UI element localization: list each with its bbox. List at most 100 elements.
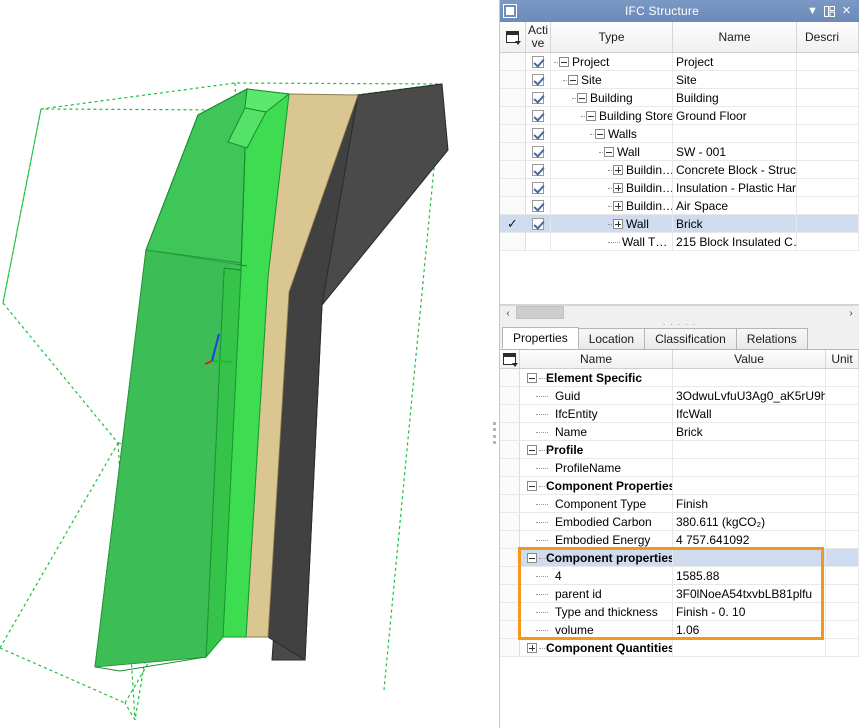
- ifc-type-cell[interactable]: Building Storey: [551, 107, 673, 124]
- tab-properties[interactable]: Properties: [502, 327, 579, 349]
- ifc-description-cell[interactable]: [797, 233, 859, 250]
- dropdown-menu-icon[interactable]: ▼: [804, 2, 821, 20]
- ifc-type-cell[interactable]: Walls: [551, 125, 673, 142]
- property-value-cell[interactable]: [673, 549, 826, 566]
- tree-collapse-icon[interactable]: [604, 146, 614, 157]
- ifc-name-cell[interactable]: Building: [673, 89, 797, 106]
- active-checkbox[interactable]: [532, 181, 544, 194]
- property-row[interactable]: Embodied Energy 4 757.641092: [500, 531, 859, 549]
- property-row[interactable]: Embodied Carbon 380.611 (kgCO₂): [500, 513, 859, 531]
- ifc-type-cell[interactable]: Wall: [551, 215, 673, 232]
- vertical-splitter-grip[interactable]: [492, 422, 497, 444]
- property-value-cell[interactable]: Finish - 0. 10: [673, 603, 826, 620]
- column-header-description[interactable]: Descri: [797, 22, 859, 52]
- property-row-selector[interactable]: [500, 531, 520, 548]
- property-row[interactable]: 4 1585.88: [500, 567, 859, 585]
- property-row[interactable]: Component Type Finish: [500, 495, 859, 513]
- active-checkbox-cell[interactable]: [526, 233, 551, 250]
- ifc-name-cell[interactable]: Site: [673, 71, 797, 88]
- active-checkbox-cell[interactable]: [526, 143, 551, 160]
- ifc-tree-row[interactable]: Buildin… Air Space: [500, 197, 859, 215]
- active-checkbox[interactable]: [532, 55, 544, 68]
- property-row-selector[interactable]: [500, 477, 520, 494]
- property-unit-cell[interactable]: [826, 585, 859, 602]
- property-name-cell[interactable]: Name: [520, 423, 673, 440]
- ifc-name-cell[interactable]: 215 Block Insulated C…: [673, 233, 797, 250]
- property-row-selector[interactable]: [500, 621, 520, 638]
- row-selector-cell[interactable]: [500, 161, 526, 178]
- property-unit-cell[interactable]: [826, 639, 859, 656]
- property-value-cell[interactable]: [673, 639, 826, 656]
- 3d-model-viewport[interactable]: [0, 0, 499, 728]
- property-group-row[interactable]: Profile: [500, 441, 859, 459]
- property-row[interactable]: volume 1.06: [500, 621, 859, 639]
- auto-hide-icon[interactable]: [821, 2, 838, 20]
- ifc-type-cell[interactable]: Project: [551, 53, 673, 70]
- property-value-cell[interactable]: Brick: [673, 423, 826, 440]
- ifc-description-cell[interactable]: [797, 179, 859, 196]
- property-name-cell[interactable]: Embodied Energy: [520, 531, 673, 548]
- ifc-tree-row[interactable]: Building Storey Ground Floor: [500, 107, 859, 125]
- property-row[interactable]: Name Brick: [500, 423, 859, 441]
- property-name-cell[interactable]: Component Quantities: [520, 639, 673, 656]
- row-selector-cell[interactable]: [500, 125, 526, 142]
- property-group-row[interactable]: Component Properties: [500, 477, 859, 495]
- ifc-type-cell[interactable]: Buildin…: [551, 179, 673, 196]
- property-column-header-unit[interactable]: Unit: [826, 350, 859, 368]
- property-unit-cell[interactable]: [826, 621, 859, 638]
- property-unit-cell[interactable]: [826, 567, 859, 584]
- active-checkbox[interactable]: [532, 91, 544, 104]
- tree-collapse-icon[interactable]: [527, 372, 537, 383]
- tree-collapse-icon[interactable]: [586, 110, 596, 121]
- scroll-track[interactable]: [516, 305, 843, 322]
- property-value-cell[interactable]: [673, 477, 826, 494]
- active-checkbox[interactable]: [532, 73, 544, 86]
- property-row-selector[interactable]: [500, 585, 520, 602]
- row-selector-cell[interactable]: [500, 197, 526, 214]
- ifc-description-cell[interactable]: [797, 143, 859, 160]
- property-name-cell[interactable]: Component Properties: [520, 477, 673, 494]
- property-name-cell[interactable]: Profile: [520, 441, 673, 458]
- tree-collapse-icon[interactable]: [527, 480, 537, 491]
- property-value-cell[interactable]: 380.611 (kgCO₂): [673, 513, 826, 530]
- ifc-description-cell[interactable]: [797, 125, 859, 142]
- property-value-cell[interactable]: 1585.88: [673, 567, 826, 584]
- row-selector-cell[interactable]: [500, 53, 526, 70]
- active-checkbox-cell[interactable]: [526, 179, 551, 196]
- tree-collapse-icon[interactable]: [577, 92, 587, 103]
- property-name-cell[interactable]: Component Type: [520, 495, 673, 512]
- ifc-tree-row[interactable]: Site Site: [500, 71, 859, 89]
- property-unit-cell[interactable]: [826, 495, 859, 512]
- property-name-cell[interactable]: 4: [520, 567, 673, 584]
- ifc-name-cell[interactable]: Air Space: [673, 197, 797, 214]
- ifc-description-cell[interactable]: [797, 161, 859, 178]
- property-value-cell[interactable]: 1.06: [673, 621, 826, 638]
- scroll-left-arrow[interactable]: ‹: [500, 306, 516, 322]
- property-row-selector[interactable]: [500, 603, 520, 620]
- ifc-type-cell[interactable]: Buildin…: [551, 197, 673, 214]
- ifc-tree-row[interactable]: Project Project: [500, 53, 859, 71]
- property-unit-cell[interactable]: [826, 477, 859, 494]
- property-unit-cell[interactable]: [826, 441, 859, 458]
- property-unit-cell[interactable]: [826, 531, 859, 548]
- property-row-selector[interactable]: [500, 459, 520, 476]
- tab-relations[interactable]: Relations: [735, 328, 808, 349]
- ifc-type-cell[interactable]: Site: [551, 71, 673, 88]
- property-name-cell[interactable]: Embodied Carbon: [520, 513, 673, 530]
- property-row-selector[interactable]: [500, 567, 520, 584]
- property-value-cell[interactable]: [673, 459, 826, 476]
- close-icon[interactable]: ✕: [838, 2, 855, 20]
- property-row-selector[interactable]: [500, 441, 520, 458]
- property-name-cell[interactable]: Guid: [520, 387, 673, 404]
- property-name-cell[interactable]: parent id: [520, 585, 673, 602]
- tree-collapse-icon[interactable]: [595, 128, 605, 139]
- property-unit-cell[interactable]: [826, 369, 859, 386]
- property-row-selector[interactable]: [500, 513, 520, 530]
- column-header-name[interactable]: Name: [673, 22, 797, 52]
- ifc-type-cell[interactable]: Wall T…: [551, 233, 673, 250]
- ifc-description-cell[interactable]: [797, 53, 859, 70]
- active-checkbox[interactable]: [532, 109, 544, 122]
- property-value-cell[interactable]: [673, 441, 826, 458]
- property-row-selector[interactable]: [500, 423, 520, 440]
- ifc-type-cell[interactable]: Wall: [551, 143, 673, 160]
